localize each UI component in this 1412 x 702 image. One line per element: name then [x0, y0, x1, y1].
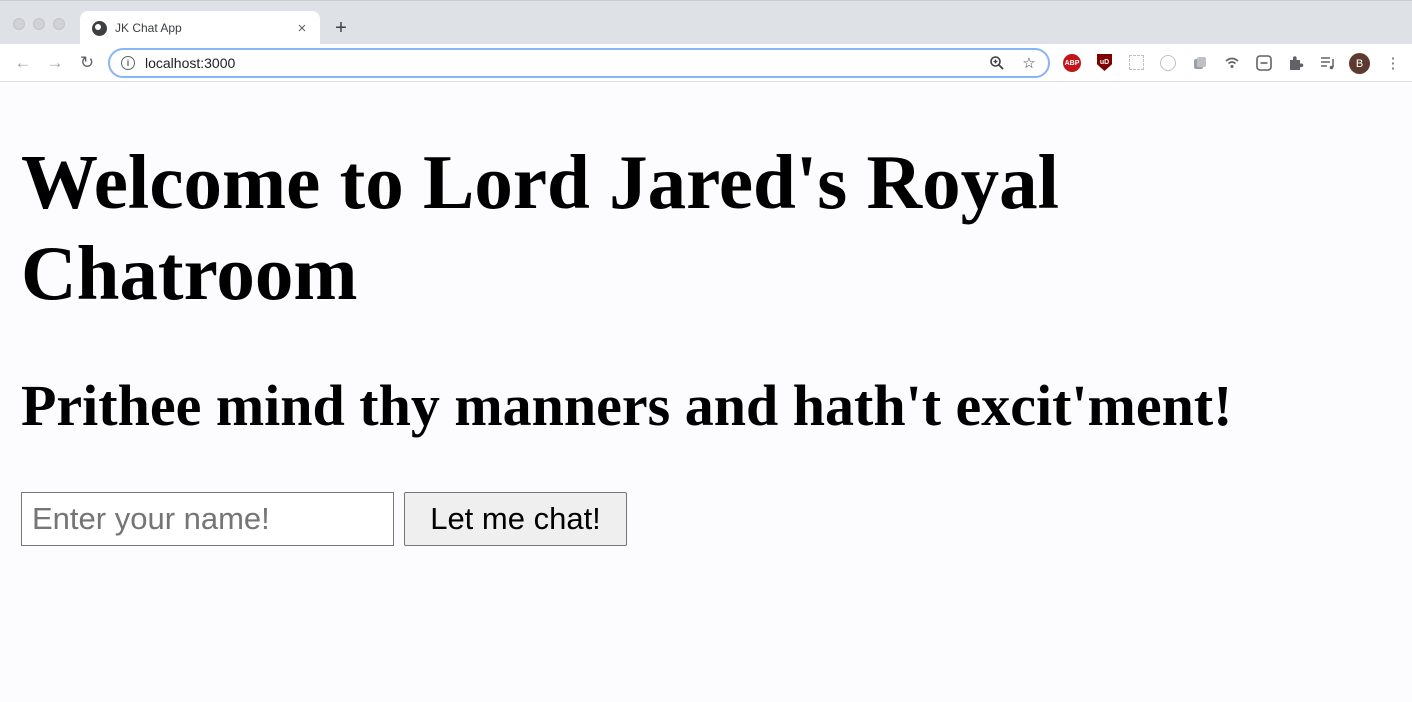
name-input[interactable] — [21, 492, 394, 546]
tab-title: JK Chat App — [115, 21, 182, 35]
maximize-window-button[interactable] — [53, 18, 65, 30]
extensions-puzzle-icon[interactable] — [1286, 53, 1306, 73]
forward-arrow-icon[interactable]: → — [43, 51, 67, 75]
new-tab-button[interactable]: + — [328, 15, 354, 41]
browser-menu-icon[interactable]: ⋮ — [1383, 53, 1403, 73]
chat-bubble-icon[interactable] — [1254, 53, 1274, 73]
extension-circle-icon[interactable] — [1160, 55, 1176, 71]
url-text[interactable]: localhost:3000 — [145, 55, 984, 71]
wifi-icon[interactable] — [1222, 53, 1242, 73]
ublock-origin-icon[interactable]: uD — [1097, 54, 1112, 71]
adblock-plus-icon[interactable]: ABP — [1063, 54, 1081, 72]
page-content: Welcome to Lord Jared's Royal Chatroom P… — [0, 83, 1412, 702]
globe-icon — [92, 20, 107, 36]
browser-toolbar: ← → ↻ i localhost:3000 ☆ ABP uD B ⋮ — [0, 44, 1412, 82]
tab-close-icon[interactable]: × — [290, 16, 314, 40]
page-title: Welcome to Lord Jared's Royal Chatroom — [21, 139, 1059, 316]
page-subtitle: Prithee mind thy manners and hath't exci… — [21, 373, 1233, 438]
bookmark-star-icon[interactable]: ☆ — [1016, 50, 1042, 76]
browser-tab-strip: JK Chat App × + — [0, 0, 1412, 45]
close-window-button[interactable] — [13, 18, 25, 30]
media-queue-icon[interactable] — [1318, 53, 1338, 73]
site-info-icon[interactable]: i — [121, 56, 135, 70]
extension-copy-icon[interactable] — [1190, 53, 1210, 73]
extension-grid-icon[interactable] — [1129, 55, 1144, 70]
back-arrow-icon[interactable]: ← — [11, 51, 35, 75]
let-me-chat-button[interactable]: Let me chat! — [404, 492, 627, 546]
reload-icon[interactable]: ↻ — [75, 51, 99, 75]
address-bar[interactable]: i localhost:3000 ☆ — [108, 48, 1050, 78]
zoom-icon[interactable] — [984, 50, 1010, 76]
profile-avatar[interactable]: B — [1349, 53, 1370, 74]
minimize-window-button[interactable] — [33, 18, 45, 30]
browser-tab[interactable]: JK Chat App × — [80, 11, 320, 45]
